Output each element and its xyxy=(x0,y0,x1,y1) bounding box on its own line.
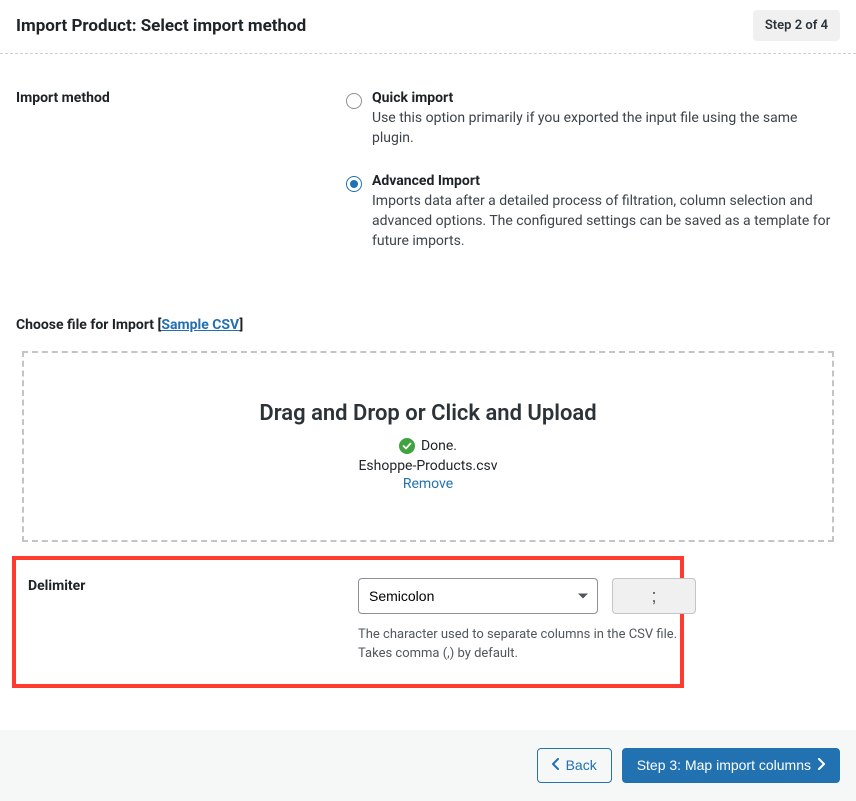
next-button-label: Step 3: Map import columns xyxy=(637,757,811,774)
import-method-options: Quick import Use this option primarily i… xyxy=(346,90,840,275)
radio-option-advanced-import[interactable]: Advanced Import Imports data after a det… xyxy=(346,173,840,252)
import-method-label: Import method xyxy=(16,90,346,106)
next-button[interactable]: Step 3: Map import columns xyxy=(622,748,840,783)
radio-desc: Use this option primarily if you exporte… xyxy=(372,108,840,149)
main-content: Import method Quick import Use this opti… xyxy=(0,54,856,704)
radio-desc: Imports data after a detailed process of… xyxy=(372,191,840,252)
choose-file-label-row: Choose file for Import [Sample CSV] xyxy=(16,317,840,333)
uploaded-filename: Eshoppe-Products.csv xyxy=(44,458,812,474)
delimiter-char-input[interactable] xyxy=(612,578,696,614)
radio-label: Advanced Import xyxy=(372,173,840,189)
chevron-left-icon xyxy=(552,757,560,774)
radio-label: Quick import xyxy=(372,90,840,106)
import-method-row: Import method Quick import Use this opti… xyxy=(16,90,840,275)
delimiter-label: Delimiter xyxy=(28,578,358,594)
radio-advanced-import[interactable] xyxy=(346,176,362,192)
dropzone-title: Drag and Drop or Click and Upload xyxy=(44,401,812,426)
file-dropzone[interactable]: Drag and Drop or Click and Upload Done. … xyxy=(22,351,834,542)
radio-option-quick-import[interactable]: Quick import Use this option primarily i… xyxy=(346,90,840,149)
remove-file-link[interactable]: Remove xyxy=(44,476,812,492)
delimiter-section: Delimiter Semicolon The character used t… xyxy=(12,556,684,688)
done-text: Done. xyxy=(421,438,457,454)
delimiter-help-text: The character used to separate columns i… xyxy=(358,626,696,664)
delimiter-select-container: Semicolon xyxy=(358,578,598,614)
chevron-right-icon xyxy=(817,757,825,774)
delimiter-select[interactable]: Semicolon xyxy=(358,578,598,614)
back-button[interactable]: Back xyxy=(537,748,612,783)
step-header: Import Product: Select import method Ste… xyxy=(0,0,856,54)
radio-quick-import[interactable] xyxy=(346,93,362,109)
choose-file-label: Choose file for Import xyxy=(16,317,154,333)
check-circle-icon xyxy=(399,438,415,454)
step-badge: Step 2 of 4 xyxy=(753,10,840,41)
wizard-footer: Back Step 3: Map import columns xyxy=(0,730,856,801)
upload-status: Done. xyxy=(399,438,457,454)
page-title: Import Product: Select import method xyxy=(16,16,306,36)
back-button-label: Back xyxy=(566,757,597,774)
sample-csv-link[interactable]: Sample CSV xyxy=(161,317,239,333)
